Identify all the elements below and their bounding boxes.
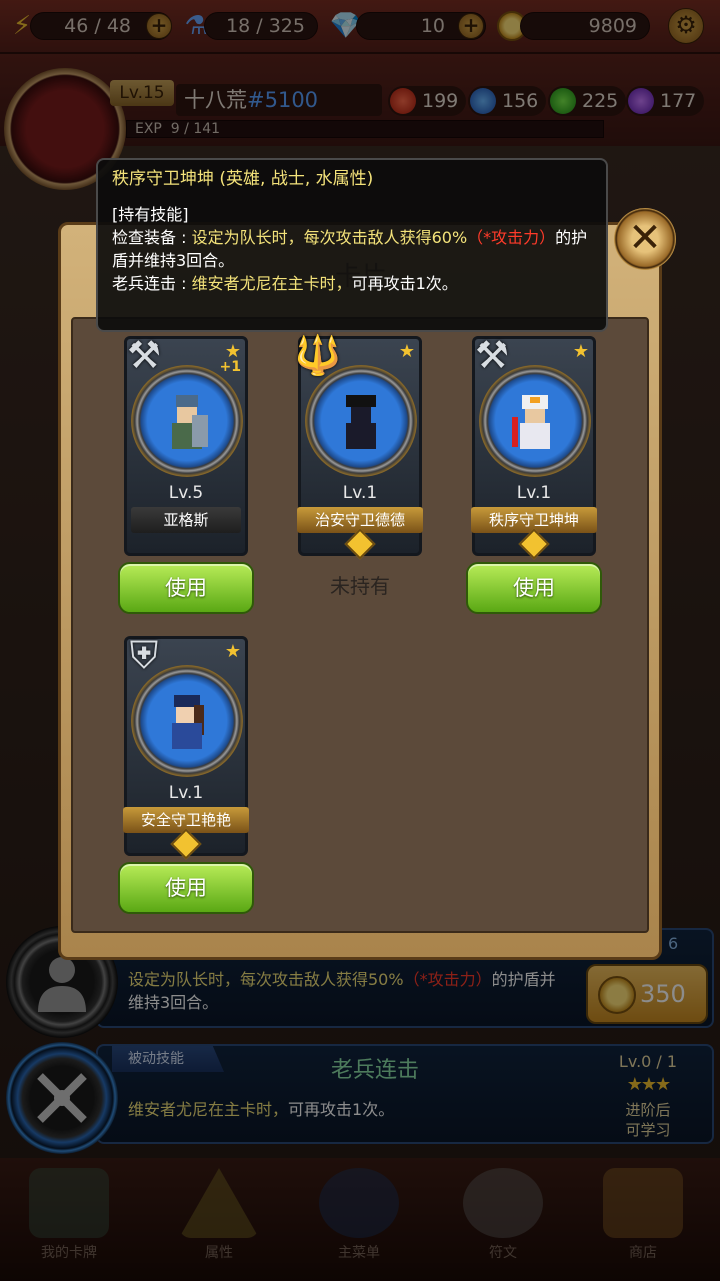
star-icon: ★ [224,641,241,662]
card-yanyan[interactable]: ⛨ ★ Lv.1 安全守卫艳艳 [123,633,249,860]
tooltip-skill2-text-b: 可再攻击1次。 [351,274,458,293]
star-icon: ★ [398,341,415,362]
tooltip-skill1-name: 检查装备 [112,228,177,247]
card-dede[interactable]: 🔱 ★ Lv.1 治安守卫德德 [294,333,423,560]
gold-gem-icon [170,828,202,860]
gold-gem-icon [518,528,550,560]
tooltip-section: [持有技能] [112,205,189,224]
hero-tooltip: 秩序守卫坤坤 (英雄, 战士, 水属性) [持有技能] 检查装备 : 设定为队长… [96,158,608,332]
tooltip-skill2: 老兵连击 : 维安者尤尼在主卡时，可再攻击1次。 [112,272,592,295]
card-level: Lv.1 [168,783,204,803]
tooltip-skill1-red: （*攻击力） [467,228,556,247]
tooltip-skill1-text-a: 设定为队长时，每次攻击敌人获得60% [191,228,468,247]
card-kunkun[interactable]: ⚒ ★ Lv.1 秩序守卫坤坤 [471,333,597,560]
card-yagesi[interactable]: ⚒ ★ +1 Lv.5 亚格斯 [124,333,248,556]
close-icon[interactable]: ✕ [614,208,676,270]
use-button-kunkun[interactable]: 使用 [466,562,602,614]
card-portrait [131,365,243,477]
star-icon: ★ [572,341,589,362]
gold-gem-icon [344,528,376,560]
tooltip-skill1: 检查装备 : 设定为队长时，每次攻击敌人获得60%（*攻击力）的护盾并维持3回合… [112,226,592,272]
tooltip-skill1-sep: : [176,228,192,247]
tooltip-skill2-text-a: 维安者尤尼在主卡时， [191,274,352,293]
tooltip-skill2-name: 老兵连击 [112,274,177,293]
card-name: 亚格斯 [131,507,241,533]
tooltip-title: 秩序守卫坤坤 (英雄, 战士, 水属性) [112,169,374,189]
use-button-yanyan[interactable]: 使用 [118,862,254,914]
tooltip-skill2-sep: : [176,274,192,293]
card-plus-badge: +1 [219,359,241,375]
use-button-yagesi[interactable]: 使用 [118,562,254,614]
not-owned-label: 未持有 [330,574,390,598]
card-level: Lv.5 [168,483,204,503]
card-portrait [479,365,591,477]
card-portrait [305,365,417,477]
card-portrait [131,665,243,777]
card-level: Lv.1 [516,483,552,503]
card-level: Lv.1 [342,483,378,503]
